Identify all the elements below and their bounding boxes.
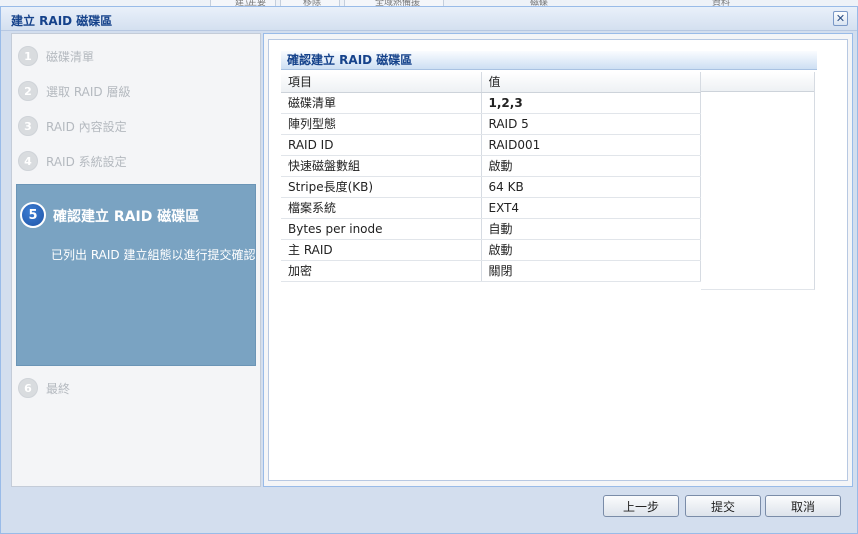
- step-label: 最終: [46, 381, 71, 396]
- row-item: 檔案系統: [281, 197, 482, 219]
- wizard-step-6: 6 最終: [12, 373, 260, 403]
- wizard-step-4: 4 RAID 系統設定: [12, 146, 260, 176]
- table-row[interactable]: RAID ID RAID001: [281, 134, 701, 156]
- step-number-badge-active: 5: [20, 202, 46, 228]
- active-step-description: 已列出 RAID 建立組態以進行提交確認: [51, 248, 256, 262]
- table-row[interactable]: 加密 關閉: [281, 260, 701, 282]
- column-header-item[interactable]: 項目: [281, 72, 482, 93]
- table-row[interactable]: Stripe長度(KB) 64 KB: [281, 176, 701, 198]
- wizard-step-1: 1 磁碟清單: [12, 41, 260, 71]
- row-item: Bytes per inode: [281, 218, 482, 240]
- table-row[interactable]: 快速磁盤數組 啟動: [281, 155, 701, 177]
- row-value: 啟動: [481, 239, 701, 261]
- wizard-step-3: 3 RAID 內容設定: [12, 111, 260, 141]
- row-item: 主 RAID: [281, 239, 482, 261]
- create-raid-dialog: 建立 RAID 磁碟區 ✕ 1 磁碟清單 2 選取 RAID 層級 3 RAID…: [0, 6, 858, 534]
- column-header-value[interactable]: 值: [481, 72, 701, 93]
- step-number-badge: 4: [18, 151, 38, 171]
- row-value: 1,2,3: [481, 92, 701, 114]
- row-value: 關閉: [481, 260, 701, 282]
- wizard-step-5-active: 5 確認建立 RAID 磁碟區 已列出 RAID 建立組態以進行提交確認: [16, 184, 256, 366]
- row-value: 64 KB: [481, 176, 701, 198]
- dialog-title: 建立 RAID 磁碟區: [11, 14, 113, 28]
- cancel-button[interactable]: 取消: [765, 495, 841, 517]
- back-button[interactable]: 上一步: [603, 495, 679, 517]
- summary-section-title: 確認建立 RAID 磁碟區: [281, 51, 817, 70]
- table-row[interactable]: 陣列型態 RAID 5: [281, 113, 701, 135]
- wizard-steps-panel: 1 磁碟清單 2 選取 RAID 層級 3 RAID 內容設定 4 RAID 系…: [11, 33, 261, 487]
- row-value: RAID001: [481, 134, 701, 156]
- step-number-badge: 6: [18, 378, 38, 398]
- summary-table: 項目 值 磁碟清單 1,2,3 陣列型態 RAID 5 RAID ID RAID001…: [281, 72, 701, 282]
- table-row[interactable]: 磁碟清單 1,2,3: [281, 92, 701, 114]
- row-value: RAID 5: [481, 113, 701, 135]
- row-item: 加密: [281, 260, 482, 282]
- step-number-badge: 3: [18, 116, 38, 136]
- dialog-titlebar: 建立 RAID 磁碟區 ✕: [1, 7, 857, 31]
- grid-empty-column: [701, 72, 815, 290]
- row-item: 磁碟清單: [281, 92, 482, 114]
- row-item: 快速磁盤數組: [281, 155, 482, 177]
- summary-section: 確認建立 RAID 磁碟區 項目 值 磁碟清單 1,2,3 陣列型態 RAID 5 …: [281, 51, 817, 293]
- wizard-content-panel: 確認建立 RAID 磁碟區 項目 值 磁碟清單 1,2,3 陣列型態 RAID 5 …: [263, 33, 853, 487]
- submit-button[interactable]: 提交: [685, 495, 761, 517]
- row-item: Stripe長度(KB): [281, 176, 482, 198]
- step-label: 選取 RAID 層級: [46, 84, 131, 99]
- table-row[interactable]: 檔案系統 EXT4: [281, 197, 701, 219]
- content-inner: 確認建立 RAID 磁碟區 項目 值 磁碟清單 1,2,3 陣列型態 RAID 5 …: [268, 39, 848, 481]
- step-label: RAID 系統設定: [46, 154, 127, 169]
- row-value: 自動: [481, 218, 701, 240]
- table-row[interactable]: 主 RAID 啟動: [281, 239, 701, 261]
- wizard-step-2: 2 選取 RAID 層級: [12, 76, 260, 106]
- step-number-badge: 1: [18, 46, 38, 66]
- step-number-badge: 2: [18, 81, 38, 101]
- table-row[interactable]: Bytes per inode 自動: [281, 218, 701, 240]
- step-label: RAID 內容設定: [46, 119, 127, 134]
- active-step-title: 確認建立 RAID 磁碟區: [53, 209, 200, 225]
- table-header-row: 項目 值: [281, 72, 701, 93]
- row-item: RAID ID: [281, 134, 482, 156]
- step-label: 磁碟清單: [46, 49, 95, 64]
- row-item: 陣列型態: [281, 113, 482, 135]
- row-value: EXT4: [481, 197, 701, 219]
- close-icon[interactable]: ✕: [833, 11, 848, 26]
- row-value: 啟動: [481, 155, 701, 177]
